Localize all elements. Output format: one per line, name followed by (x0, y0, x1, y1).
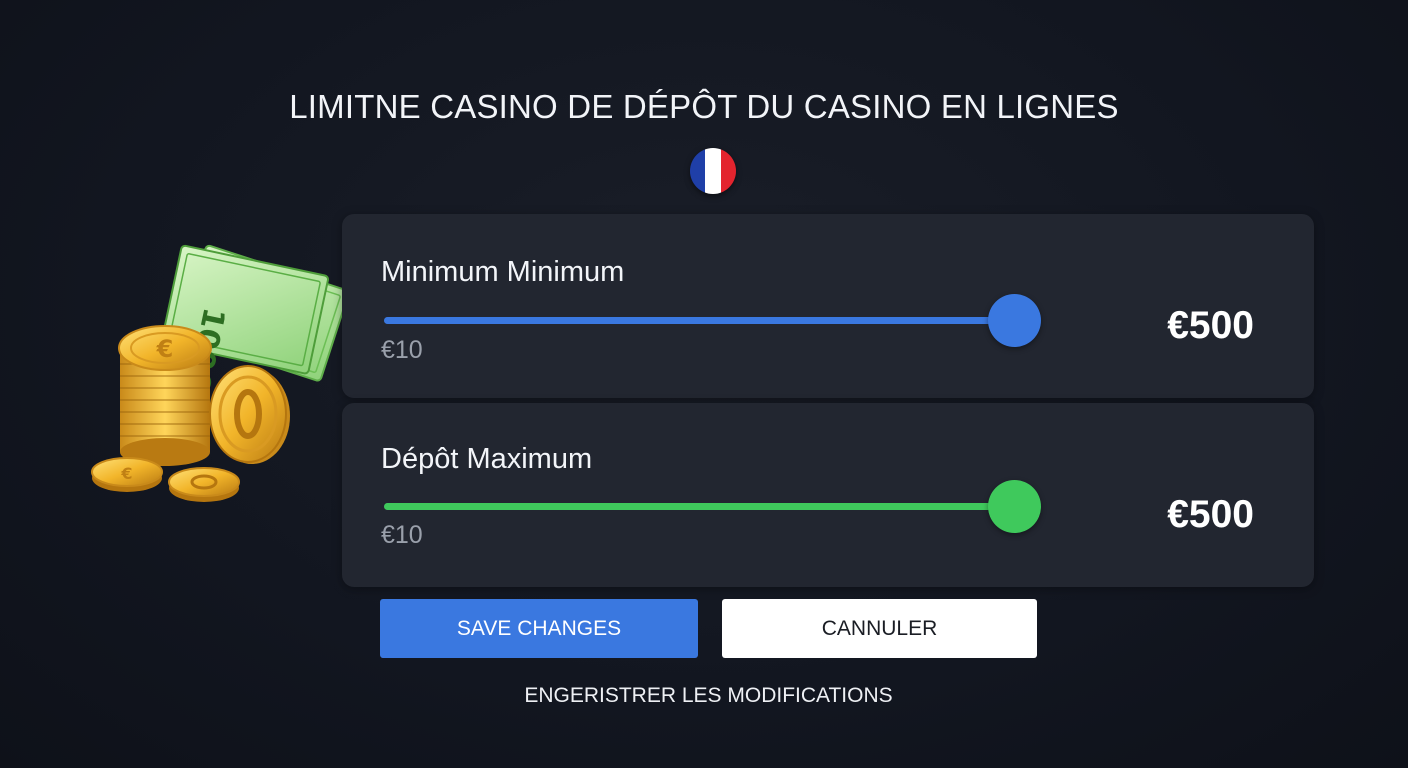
svg-text:€: € (120, 464, 132, 483)
cancel-button[interactable]: CANNULER (722, 599, 1037, 658)
maximum-limit-card: Dépôt Maximum €10 €500 (342, 403, 1314, 587)
minimum-slider-thumb[interactable] (988, 294, 1041, 347)
maximum-limit-value: €500 (1167, 493, 1254, 536)
maximum-limit-slider[interactable] (384, 480, 1041, 533)
minimum-slider-min-label: €10 (381, 336, 423, 364)
maximum-slider-min-label: €10 (381, 521, 423, 549)
loose-coin-right (168, 467, 240, 502)
flag-stripe-red (720, 148, 736, 194)
svg-text:€: € (156, 335, 174, 363)
minimum-slider-fill (384, 317, 1014, 324)
flag-stripe-blue (690, 148, 706, 194)
save-modifications-note: ENGERISTRER LES MODIFICATIONS (524, 684, 893, 707)
deposit-limits-page: LIMITNE CASINO DE DÉPÔT DU CASINO EN LIG… (0, 0, 1408, 768)
maximum-slider-thumb[interactable] (988, 480, 1041, 533)
minimum-limit-slider[interactable] (384, 294, 1041, 347)
page-title: LIMITNE CASINO DE DÉPÔT DU CASINO EN LIG… (289, 88, 1119, 125)
france-flag-icon (690, 148, 736, 194)
minimum-limit-value: €500 (1167, 304, 1254, 347)
minimum-limit-card: Minimum Minimum €10 €500 (342, 214, 1314, 398)
minimum-limit-label: Minimum Minimum (381, 256, 625, 288)
standing-coin (209, 365, 290, 464)
save-changes-button[interactable]: SAVE CHANGES (380, 599, 698, 658)
money-coins-icon: 100€ € (91, 244, 350, 502)
coin-stack: € (118, 325, 212, 466)
flag-stripe-white (705, 148, 721, 194)
maximum-slider-fill (384, 503, 1014, 510)
loose-coin-left: € (91, 457, 163, 492)
maximum-limit-label: Dépôt Maximum (381, 443, 593, 475)
